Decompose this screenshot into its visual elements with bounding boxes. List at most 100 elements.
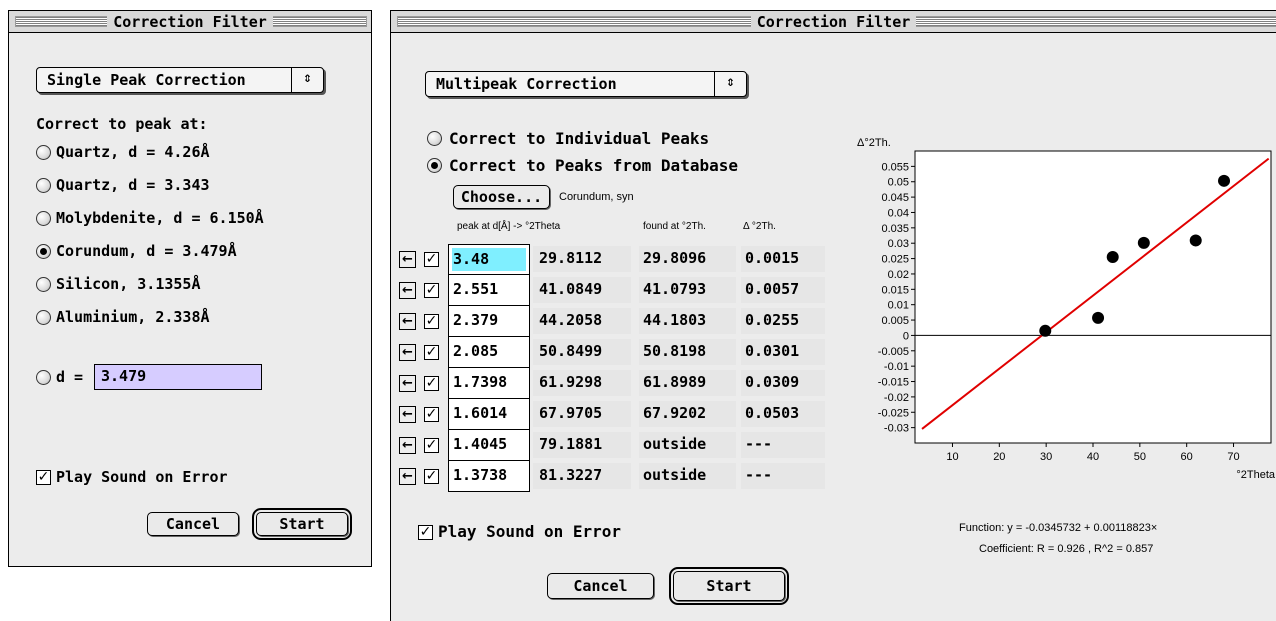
play-sound-checkbox[interactable]: ✓ [418,525,433,540]
row-checkbox[interactable]: ✓ [424,407,439,422]
radio-option-label: Quartz, d = 4.26Å [56,143,210,161]
custom-d-field[interactable]: 3.479 [94,364,262,390]
found-value: 41.0793 [643,280,707,298]
data-point [1039,324,1052,337]
choose-button[interactable]: Choose... [453,185,550,209]
arrow-left-icon[interactable]: ← [399,406,416,423]
y-tick-label: 0.05 [888,177,909,189]
correction-mode-popup[interactable]: Single Peak Correction ⇕ [36,67,324,93]
row-checkbox[interactable]: ✓ [424,252,439,267]
radio-option-label: Silicon, 3.1355Å [56,275,201,293]
window-title: Correction Filter [107,13,273,31]
row-checkbox[interactable]: ✓ [424,314,439,329]
row-checkbox[interactable]: ✓ [424,469,439,484]
delta-value: 0.0015 [745,249,800,267]
play-sound-checkbox[interactable]: ✓ [36,470,51,485]
theta-value: 61.9298 [539,373,603,391]
radio-option-2[interactable] [36,211,51,226]
y-tick-label: 0.035 [881,223,909,235]
table-row: ← ✓ 2.551 41.0849 41.0793 0.0057 [399,275,829,306]
title-bar[interactable]: Correction Filter [391,11,1276,33]
radio-custom-d[interactable] [36,370,51,385]
arrow-left-icon[interactable]: ← [399,468,416,485]
radio-option-0[interactable] [36,145,51,160]
theta-value: 41.0849 [539,280,603,298]
x-tick-label: 50 [1134,451,1146,463]
x-tick-label: 70 [1227,451,1239,463]
arrow-left-icon[interactable]: ← [399,282,416,299]
x-tick-label: 60 [1181,451,1193,463]
peak-d-field[interactable]: 2.085 [448,337,530,368]
row-checkbox[interactable]: ✓ [424,438,439,453]
start-button[interactable]: Start [669,567,789,605]
window-title: Correction Filter [750,13,917,31]
radio-database-peaks[interactable] [427,158,442,173]
peak-d-field[interactable]: 3.48 [448,244,530,275]
delta-value: 0.0057 [745,280,800,298]
popup-arrow-icon: ⇕ [714,72,746,96]
data-point [1137,236,1150,249]
header-delta: Δ °2Th. [743,221,776,232]
radio-database-label: Correct to Peaks from Database [449,156,738,175]
peak-d-field[interactable]: 1.4045 [448,430,530,461]
radio-option-5[interactable] [36,310,51,325]
prompt-label: Correct to peak at: [36,115,208,133]
y-tick-label: -0.015 [878,377,909,389]
radio-option-4[interactable] [36,277,51,292]
correction-chart: 0.055 0.05 0.045 0.04 0.035 0.03 0.025 0.02 0.01… [857,137,1276,481]
theta-value: 50.8499 [539,342,603,360]
single-peak-window: Correction Filter Single Peak Correction… [8,10,372,567]
peak-d-field[interactable]: 2.551 [448,275,530,306]
row-checkbox[interactable]: ✓ [424,345,439,360]
peak-d-field[interactable]: 1.3738 [448,461,530,492]
theta-value: 79.1881 [539,435,603,453]
y-tick-label: 0.03 [888,238,909,250]
radio-option-3[interactable] [36,244,51,259]
y-tick-label: 0.015 [881,284,909,296]
arrow-left-icon[interactable]: ← [399,344,416,361]
header-found: found at °2Th. [643,221,706,232]
arrow-left-icon[interactable]: ← [399,313,416,330]
x-tick-label: 10 [946,451,958,463]
delta-value: 0.0309 [745,373,800,391]
row-checkbox[interactable]: ✓ [424,376,439,391]
title-bar[interactable]: Correction Filter [9,11,371,33]
found-value: 61.8989 [643,373,707,391]
cancel-button[interactable]: Cancel [547,573,654,599]
arrow-left-icon[interactable]: ← [399,437,416,454]
delta-value: --- [745,466,773,484]
play-sound-label: Play Sound on Error [438,522,622,541]
custom-d-label: d = [56,368,84,386]
database-name: Corundum, syn [559,191,634,203]
y-tick-label: 0.025 [881,254,909,266]
y-tick-label: 0.045 [881,192,909,204]
cancel-button[interactable]: Cancel [147,512,239,536]
table-row: ← ✓ 1.7398 61.9298 61.8989 0.0309 [399,368,829,399]
delta-value: 0.0503 [745,404,800,422]
x-tick-label: 40 [1087,451,1099,463]
radio-option-1[interactable] [36,178,51,193]
y-tick-label: -0.02 [884,392,909,404]
found-value: 50.8198 [643,342,707,360]
start-button[interactable]: Start [252,508,352,540]
correction-mode-popup[interactable]: Multipeak Correction ⇕ [425,71,747,97]
peak-d-field[interactable]: 1.7398 [448,368,530,399]
y-tick-label: -0.01 [884,361,909,373]
table-row: ← ✓ 1.4045 79.1881 outside --- [399,430,829,461]
peak-d-field[interactable]: 1.6014 [448,399,530,430]
table-row: ← ✓ 3.48 29.8112 29.8096 0.0015 [399,244,829,275]
x-tick-label: 20 [993,451,1005,463]
radio-individual-peaks[interactable] [427,131,442,146]
peak-d-field[interactable]: 2.379 [448,306,530,337]
theta-value: 29.8112 [539,249,603,267]
arrow-left-icon[interactable]: ← [399,251,416,268]
y-tick-label: 0.04 [888,207,909,219]
data-point [1092,311,1105,324]
x-tick-label: 30 [1040,451,1052,463]
coefficient-text: Coefficient: R = 0.926 , R^2 = 0.857 [979,543,1154,555]
arrow-left-icon[interactable]: ← [399,375,416,392]
row-checkbox[interactable]: ✓ [424,283,439,298]
found-value: 29.8096 [643,249,707,267]
y-tick-label: 0.02 [888,269,909,281]
y-tick-label: 0.055 [881,161,909,173]
